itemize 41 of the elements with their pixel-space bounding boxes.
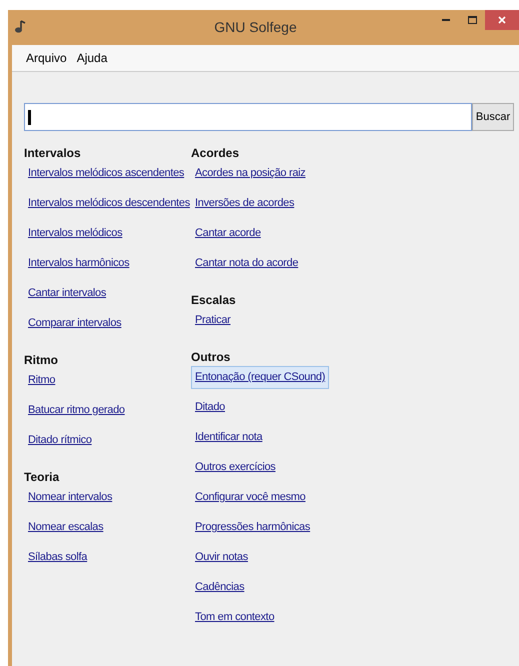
section-heading: Acordes bbox=[191, 145, 240, 162]
exercise-link[interactable]: Tom em contexto bbox=[191, 606, 278, 628]
exercise-link[interactable]: Identificar nota bbox=[191, 426, 266, 448]
section-heading: Escalas bbox=[191, 292, 237, 309]
exercise-link[interactable]: Intervalos melódicos bbox=[24, 222, 126, 244]
exercise-link[interactable]: Cantar acorde bbox=[191, 222, 265, 244]
exercise-link[interactable]: Outros exercícios bbox=[191, 456, 280, 478]
section-heading: Intervalos bbox=[24, 145, 82, 162]
exercise-link[interactable]: Ritmo bbox=[24, 369, 60, 392]
section-heading: Teoria bbox=[24, 469, 60, 486]
text-cursor bbox=[28, 110, 31, 124]
section-heading: Outros bbox=[191, 349, 232, 366]
section-heading: Ritmo bbox=[24, 352, 59, 369]
exercise-link[interactable]: Entonação (requer CSound) bbox=[191, 366, 330, 388]
menu-item[interactable]: Arquivo bbox=[26, 49, 67, 67]
close-button[interactable] bbox=[485, 10, 519, 30]
exercise-link[interactable]: Intervalos melódicos ascendentes bbox=[24, 162, 188, 184]
close-icon bbox=[498, 16, 506, 24]
exercise-link[interactable]: Comparar intervalos bbox=[24, 312, 126, 334]
exercise-link[interactable]: Ditado bbox=[191, 396, 229, 418]
exercise-link[interactable]: Configurar você mesmo bbox=[191, 486, 310, 508]
exercise-link[interactable]: Ditado rítmico bbox=[24, 429, 96, 452]
exercise-link[interactable]: Progressões harmônicas bbox=[191, 516, 314, 538]
music-note-icon bbox=[14, 20, 26, 34]
exercise-link[interactable]: Batucar ritmo gerado bbox=[24, 399, 129, 422]
exercise-link[interactable]: Cantar intervalos bbox=[24, 282, 110, 304]
exercise-link[interactable]: Nomear escalas bbox=[24, 516, 108, 538]
search-field[interactable] bbox=[24, 103, 472, 131]
window-title: GNU Solfege bbox=[214, 18, 298, 37]
exercise-link[interactable]: Intervalos melódicos descendentes bbox=[24, 192, 194, 214]
exercise-link[interactable]: Inversões de acordes bbox=[191, 192, 298, 214]
exercise-link[interactable]: Nomear intervalos bbox=[24, 486, 116, 508]
menu-item[interactable]: Ajuda bbox=[76, 49, 108, 67]
exercise-link[interactable]: Intervalos harmônicos bbox=[24, 252, 134, 274]
search-button[interactable]: Buscar bbox=[472, 103, 514, 131]
exercise-link[interactable]: Cadências bbox=[191, 576, 248, 598]
exercise-link[interactable]: Sílabas solfa bbox=[24, 546, 92, 568]
exercise-link[interactable]: Acordes na posição raiz bbox=[191, 162, 310, 184]
exercise-link[interactable]: Ouvir notas bbox=[191, 546, 252, 568]
exercise-link[interactable]: Praticar bbox=[191, 309, 234, 332]
exercise-link[interactable]: Cantar nota do acorde bbox=[191, 252, 302, 274]
